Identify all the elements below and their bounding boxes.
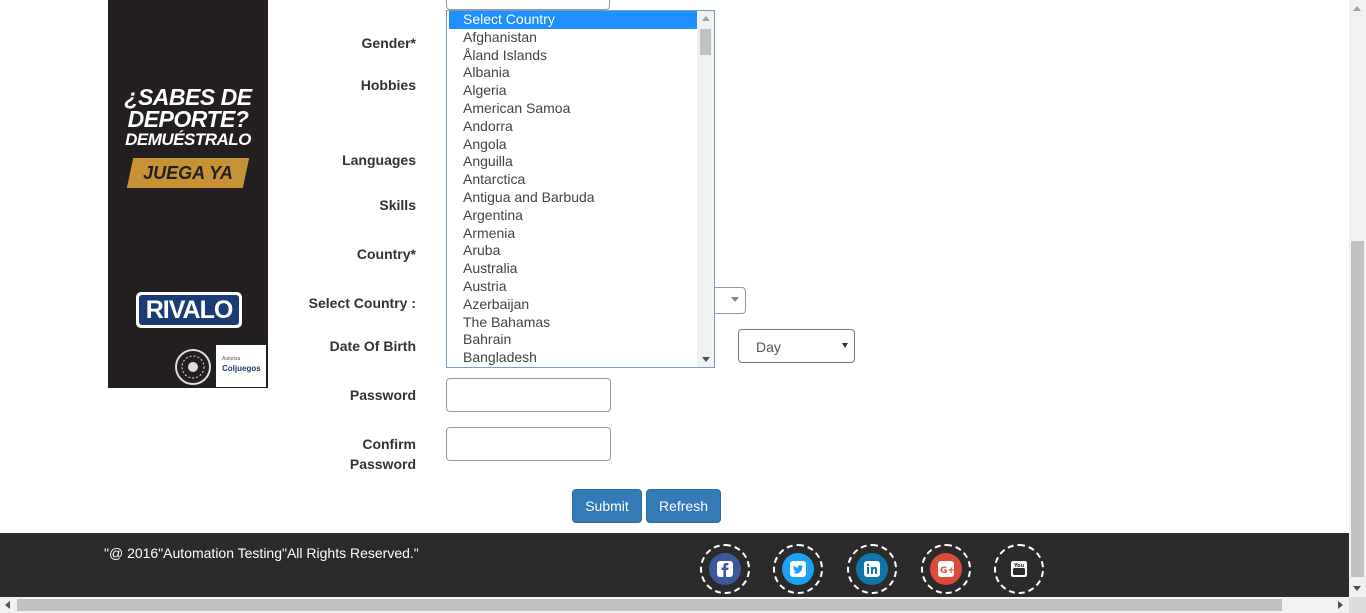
country-option[interactable]: Australia xyxy=(447,260,698,278)
ad-brand-label: RIVALO xyxy=(139,295,239,325)
label-hobbies: Hobbies xyxy=(360,77,416,93)
submit-button[interactable]: Submit xyxy=(572,489,642,523)
page-horizontal-scrollbar[interactable] xyxy=(0,597,1366,613)
country-option[interactable]: Andorra xyxy=(447,118,698,136)
google-plus-link[interactable]: G+ xyxy=(921,544,971,594)
country-option[interactable]: Argentina xyxy=(447,207,698,225)
label-country: Country* xyxy=(356,246,416,262)
ad-headline-3: DEMUÉSTRALO xyxy=(125,130,251,149)
page-vertical-scrollbar[interactable] xyxy=(1349,0,1366,597)
facebook-link[interactable] xyxy=(700,544,750,594)
refresh-button[interactable]: Refresh xyxy=(646,489,721,523)
ad-badge-line1: Autoriza xyxy=(222,356,241,362)
country-option[interactable]: Azerbaijan xyxy=(447,296,698,314)
confirm-password-input[interactable] xyxy=(446,427,611,461)
chevron-down-icon xyxy=(842,343,848,348)
ad-cta-label: JUEGA YA xyxy=(143,163,233,183)
country-option[interactable]: Antarctica xyxy=(447,171,698,189)
svg-text:G+: G+ xyxy=(940,566,955,576)
twitter-icon xyxy=(782,553,814,585)
twitter-link[interactable] xyxy=(773,544,823,594)
label-password: Password xyxy=(349,387,416,403)
country-option[interactable]: Angola xyxy=(447,136,698,154)
label-gender: Gender* xyxy=(361,35,416,51)
password-input[interactable] xyxy=(446,378,611,412)
country-option[interactable]: Albania xyxy=(447,64,698,82)
top-input-field[interactable] xyxy=(446,0,610,10)
dropdown-scroll-thumb[interactable] xyxy=(700,29,711,55)
day-select[interactable]: Day xyxy=(738,329,855,363)
country-option[interactable]: Aruba xyxy=(447,242,698,260)
day-select-value: Day xyxy=(756,339,781,355)
scroll-down-arrow-icon[interactable] xyxy=(702,357,710,362)
scroll-right-arrow-icon[interactable] xyxy=(1338,601,1343,609)
chevron-down-icon xyxy=(731,297,739,302)
dropdown-scrollbar[interactable] xyxy=(697,11,714,367)
country-option[interactable]: Åland Islands xyxy=(447,47,698,65)
country-option[interactable]: American Samoa xyxy=(447,100,698,118)
google-plus-icon: G+ xyxy=(930,553,962,585)
scroll-up-arrow-icon[interactable] xyxy=(702,16,710,21)
country-option[interactable]: Armenia xyxy=(447,225,698,243)
country-option[interactable]: Austria xyxy=(447,278,698,296)
ad-authority-badge: Autoriza Coljuegos xyxy=(216,345,266,387)
page-footer: "@ 2016"Automation Testing"All Rights Re… xyxy=(0,533,1349,597)
seal-icon xyxy=(175,349,211,385)
label-languages: Languages xyxy=(342,152,416,168)
label-date-of-birth: Date Of Birth xyxy=(329,338,416,354)
country-option[interactable]: Select Country xyxy=(449,11,698,29)
ad-brand-logo: RIVALO xyxy=(136,292,242,328)
country-option[interactable]: Bahrain xyxy=(447,331,698,349)
copyright-text: "@ 2016"Automation Testing"All Rights Re… xyxy=(104,545,419,561)
label-skills: Skills xyxy=(379,197,416,213)
youtube-icon: You xyxy=(1003,553,1035,585)
page-horizontal-scroll-thumb[interactable] xyxy=(17,599,1282,611)
ad-badge-line2: Coljuegos xyxy=(222,364,261,373)
label-confirm-password: Confirm Password xyxy=(350,434,416,474)
scrollbar-corner xyxy=(1349,597,1366,613)
label-confirm-line1: Confirm xyxy=(362,436,416,452)
country-option[interactable]: The Bahamas xyxy=(447,314,698,332)
country-option[interactable]: Anguilla xyxy=(447,153,698,171)
scroll-down-arrow-icon[interactable] xyxy=(1353,586,1361,591)
country-option[interactable]: Algeria xyxy=(447,82,698,100)
ad-cta-button[interactable]: JUEGA YA xyxy=(126,158,250,188)
label-select-country: Select Country : xyxy=(308,295,416,311)
scroll-left-arrow-icon[interactable] xyxy=(5,601,10,609)
linkedin-link[interactable] xyxy=(847,544,897,594)
country-dropdown-list[interactable]: Select Country Afghanistan Åland Islands Al… xyxy=(446,10,715,368)
linkedin-icon xyxy=(856,553,888,585)
youtube-link[interactable]: You xyxy=(994,544,1044,594)
country-option[interactable]: Antigua and Barbuda xyxy=(447,189,698,207)
ad-headline-2: DEPORTE? xyxy=(127,106,249,132)
page-vertical-scroll-thumb[interactable] xyxy=(1351,241,1364,577)
ad-banner[interactable]: ¿SABES DE DEPORTE? DEMUÉSTRALO JUEGA YA … xyxy=(108,0,268,388)
facebook-icon xyxy=(709,553,741,585)
country-option[interactable]: Bangladesh xyxy=(447,349,698,367)
label-confirm-line2: Password xyxy=(349,456,416,472)
scroll-up-arrow-icon[interactable] xyxy=(1353,6,1361,11)
country-option[interactable]: Afghanistan xyxy=(447,29,698,47)
country-options: Select Country Afghanistan Åland Islands Al… xyxy=(447,11,698,367)
svg-text:You: You xyxy=(1013,563,1025,569)
